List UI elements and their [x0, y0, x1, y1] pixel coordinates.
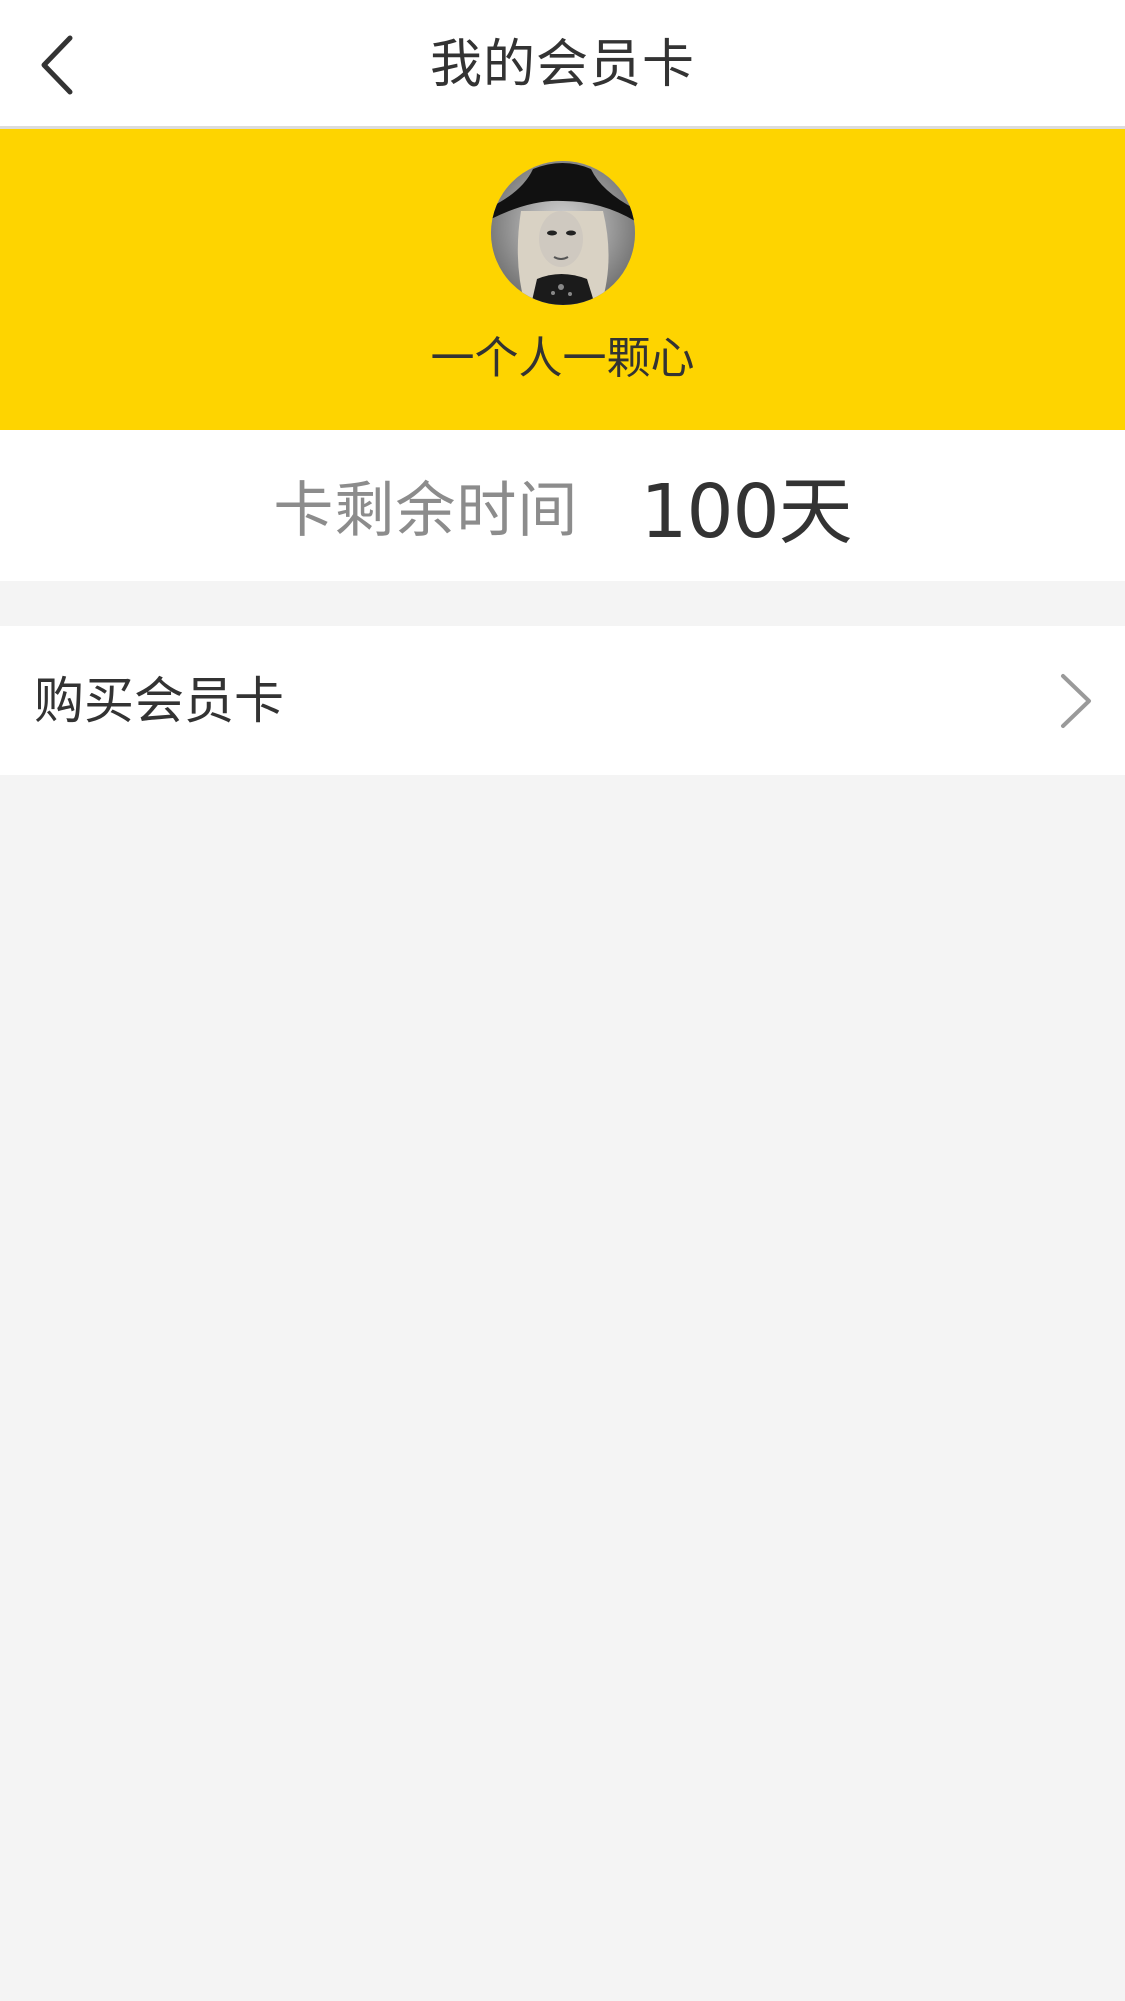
- page-title: 我的会员卡: [429, 35, 695, 95]
- user-nickname: 一个人一颗心: [430, 333, 695, 384]
- top-nav-bar: 我的会员卡: [0, 0, 1125, 129]
- buy-membership-card-item[interactable]: 购买会员卡: [0, 626, 1125, 775]
- avatar-photo: [491, 161, 635, 305]
- remaining-time-row: 卡剩余时间 100天: [0, 430, 1125, 581]
- remaining-time-label: 卡剩余时间: [273, 476, 579, 546]
- profile-header: 一个人一颗心: [0, 129, 1125, 430]
- buy-membership-card-label: 购买会员卡: [34, 672, 284, 730]
- avatar[interactable]: [491, 161, 635, 305]
- remaining-time-value: 100天: [640, 469, 852, 555]
- chevron-right-icon: [1055, 672, 1095, 730]
